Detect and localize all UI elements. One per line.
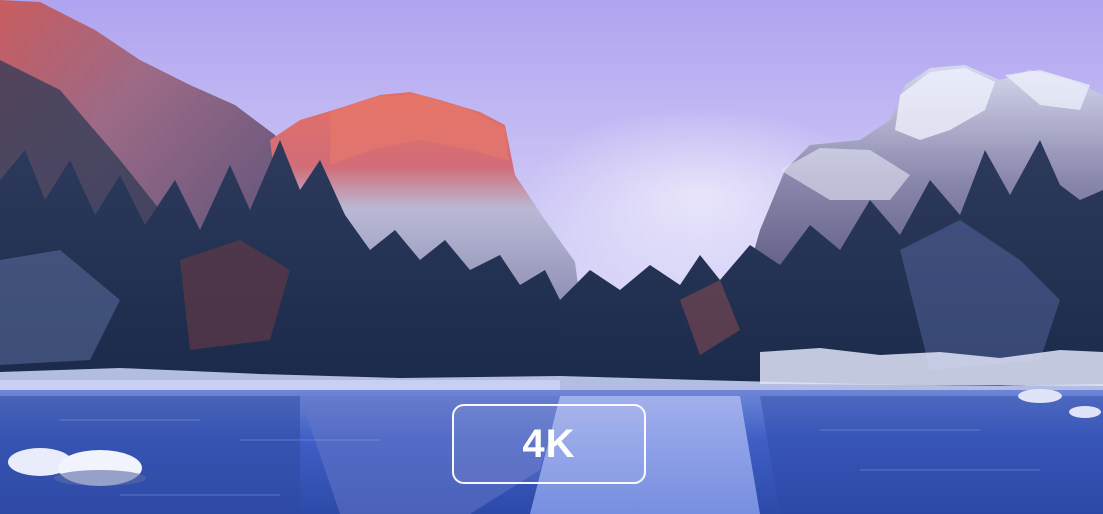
resolution-badge: 4K <box>452 404 646 484</box>
landscape-photo: 4K <box>0 0 1103 514</box>
snowy-rock <box>1018 389 1062 403</box>
snowy-rock <box>1069 406 1101 418</box>
resolution-label: 4K <box>522 421 576 466</box>
